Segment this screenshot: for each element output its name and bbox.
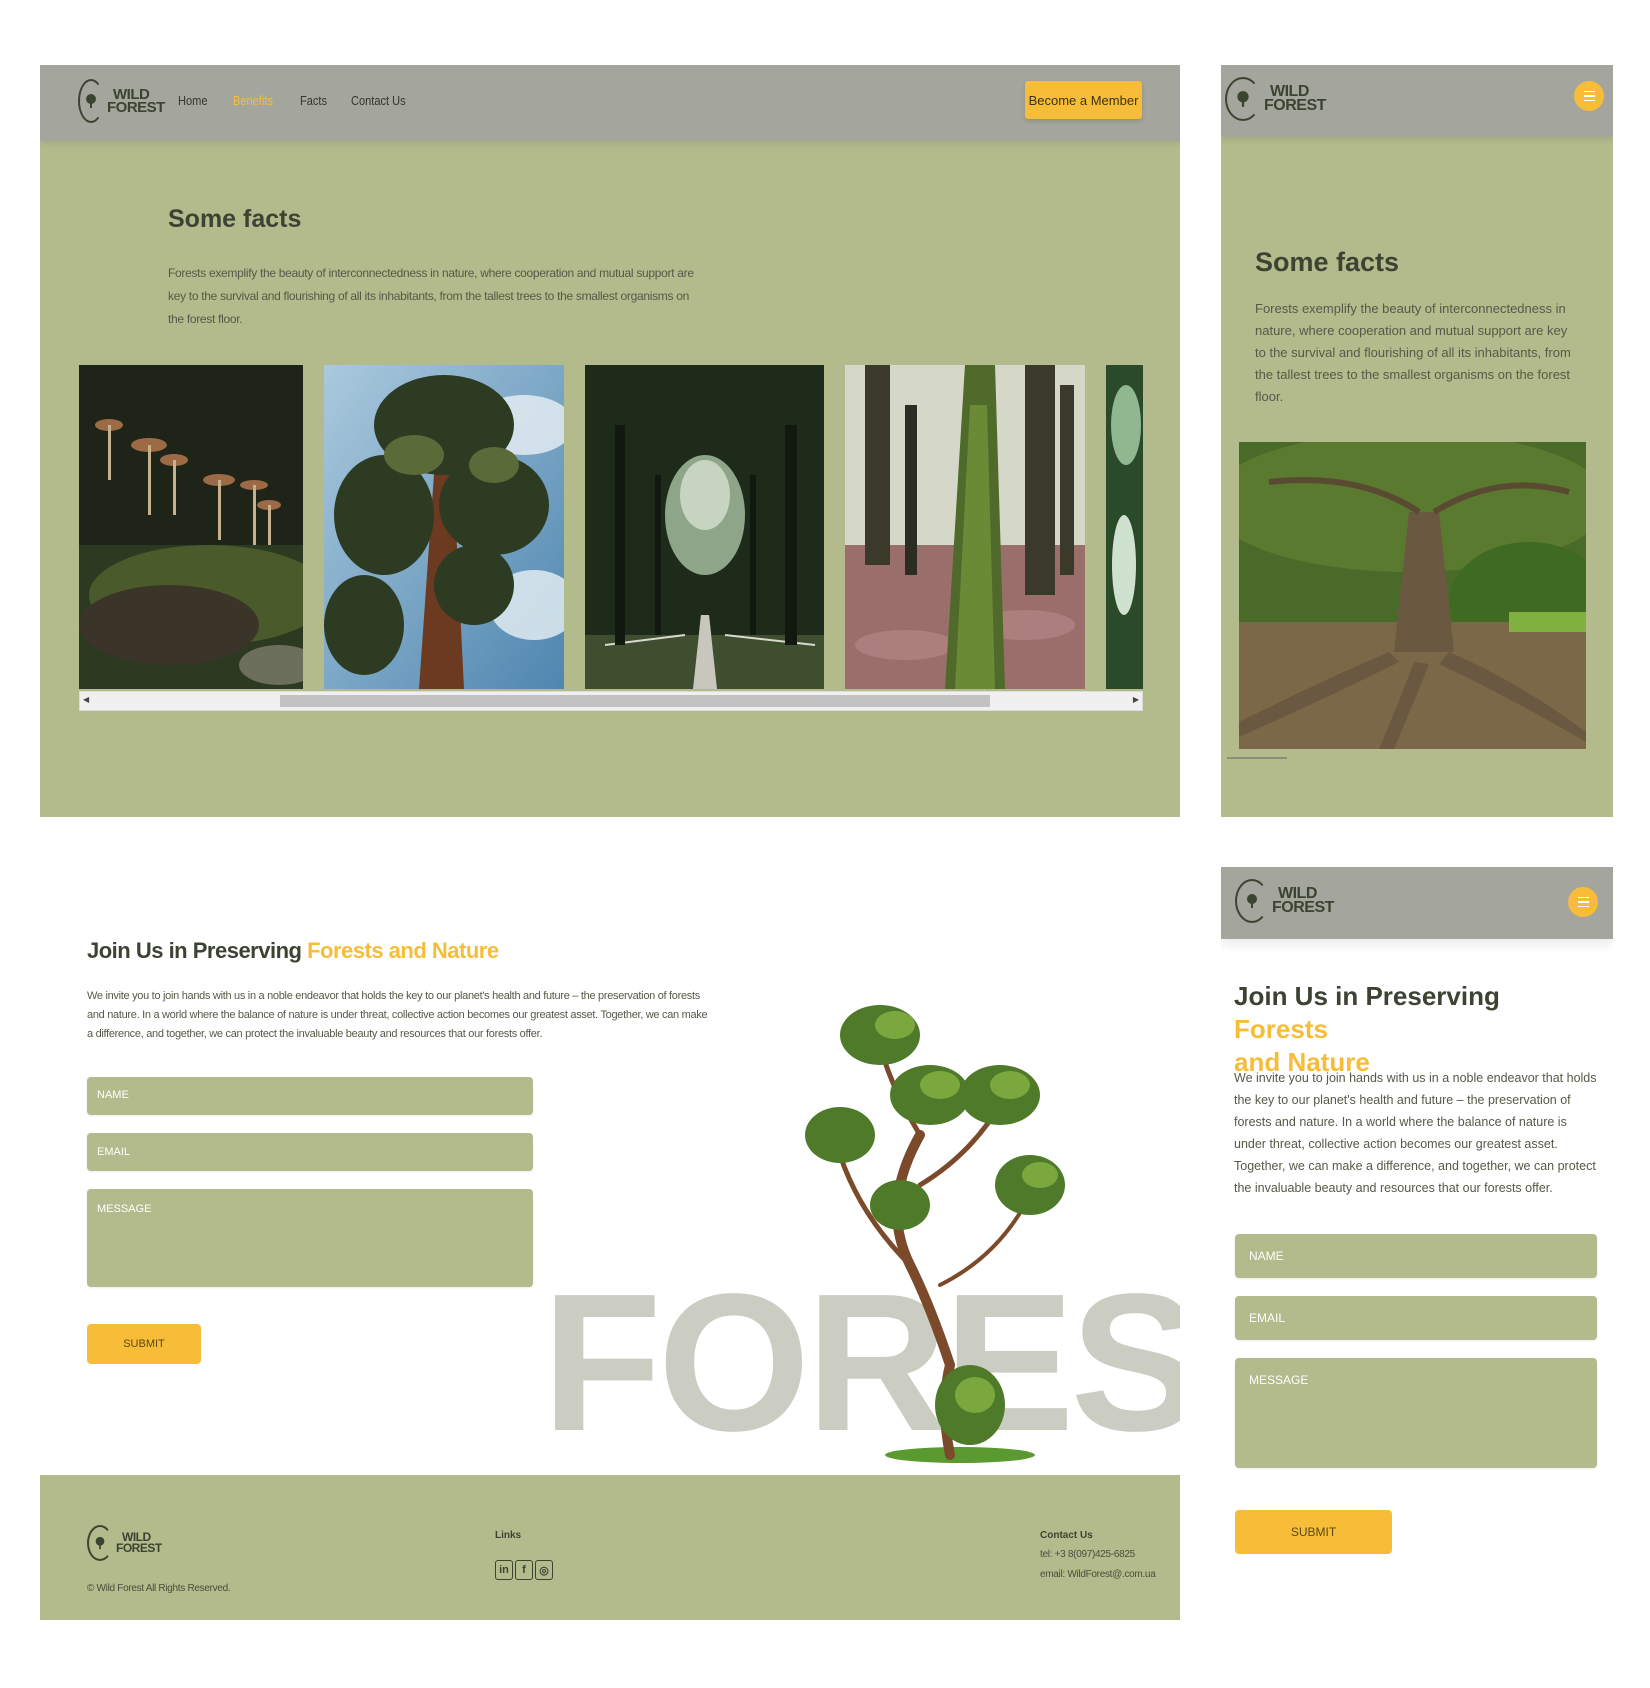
- big-tree-photo: [1239, 442, 1586, 749]
- carousel-scrollbar[interactable]: ◀ ▶: [79, 691, 1143, 711]
- partial-photo: [1106, 365, 1143, 689]
- main-nav: Home Benefits Facts Contact Us: [178, 93, 416, 108]
- mushrooms-photo: [79, 365, 303, 689]
- logo[interactable]: WILD FOREST: [1225, 77, 1326, 121]
- join-title-highlight-1: Forests: [1234, 1014, 1328, 1044]
- menu-icon[interactable]: [1568, 887, 1598, 917]
- contact-tel[interactable]: tel: +3 8(097)425-6825: [1040, 1549, 1135, 1560]
- scroll-thumb[interactable]: [280, 695, 990, 707]
- message-field[interactable]: MESSAGE: [1235, 1358, 1597, 1468]
- tree-logo-icon: [78, 79, 104, 123]
- social-links: in f ◎: [495, 1560, 555, 1580]
- mobile-join-panel: WILD FOREST Join Us in Preserving Forest…: [1221, 867, 1613, 1567]
- oak-alley-photo: [585, 365, 824, 689]
- instagram-icon[interactable]: ◎: [535, 1560, 553, 1580]
- facts-title: Some facts: [1255, 247, 1400, 277]
- logo[interactable]: WILD FOREST: [1235, 879, 1334, 923]
- desktop-header: WILD FOREST Home Benefits Facts Contact …: [40, 65, 1180, 141]
- nav-facts[interactable]: Facts: [300, 93, 327, 108]
- footer-logo[interactable]: WILD FOREST: [87, 1525, 162, 1561]
- join-text: We invite you to join hands with us in a…: [87, 990, 708, 1040]
- logo-text-line2: FOREST: [107, 99, 165, 116]
- logo-text-line2: FOREST: [116, 1541, 162, 1555]
- mobile-header: WILD FOREST: [1221, 65, 1613, 137]
- tree-logo-icon: [87, 1525, 113, 1561]
- facts-title: Some facts: [168, 205, 302, 233]
- logo-text-line2: FOREST: [1272, 899, 1334, 916]
- facts-text: Forests exemplify the beauty of intercon…: [168, 266, 694, 326]
- mossy-trees-photo: [845, 365, 1085, 689]
- mobile-facts-panel: WILD FOREST Some facts Forests exemplify…: [1221, 65, 1613, 817]
- name-placeholder: NAME: [1249, 1249, 1284, 1263]
- nav-home[interactable]: Home: [178, 93, 207, 108]
- join-title: Join Us in Preserving Forests and Nature: [87, 938, 499, 964]
- contact-title: Contact Us: [1040, 1530, 1093, 1541]
- tall-pine-photo: [324, 365, 564, 689]
- scroll-right-icon[interactable]: ▶: [1133, 695, 1139, 704]
- name-field[interactable]: NAME: [1235, 1234, 1597, 1278]
- join-title: Join Us in Preserving Forests and Nature: [1234, 980, 1594, 1079]
- message-field[interactable]: MESSAGE: [87, 1189, 533, 1287]
- become-member-button[interactable]: Become a Member: [1025, 81, 1142, 119]
- links-title: Links: [495, 1530, 522, 1541]
- email-placeholder: EMAIL: [1249, 1311, 1286, 1325]
- nav-contact[interactable]: Contact Us: [351, 93, 406, 108]
- join-title-highlight: Forests and Nature: [307, 938, 499, 963]
- mobile-header: WILD FOREST: [1221, 867, 1613, 939]
- facts-text: Forests exemplify the beauty of intercon…: [1255, 301, 1571, 404]
- join-text: We invite you to join hands with us in a…: [1234, 1071, 1597, 1195]
- linkedin-icon[interactable]: in: [495, 1560, 513, 1580]
- message-placeholder: MESSAGE: [97, 1203, 152, 1215]
- copyright: © Wild Forest All Rights Reserved.: [87, 1583, 231, 1594]
- join-title-plain: Join Us in Preserving: [87, 938, 302, 963]
- tree-logo-icon: [1225, 77, 1261, 121]
- tree-logo-icon: [1235, 879, 1269, 923]
- logo-text-line2: FOREST: [1264, 97, 1326, 114]
- footer: WILD FOREST © Wild Forest All Rights Res…: [40, 1475, 1180, 1620]
- submit-button[interactable]: SUBMIT: [87, 1324, 201, 1364]
- message-placeholder: MESSAGE: [1249, 1373, 1309, 1387]
- join-title-plain: Join Us in Preserving: [1234, 981, 1500, 1011]
- email-field[interactable]: EMAIL: [1235, 1296, 1597, 1340]
- logo[interactable]: WILD FOREST: [78, 79, 165, 123]
- contact-email[interactable]: email: WildForest@.com.ua: [1040, 1569, 1156, 1580]
- menu-icon[interactable]: [1574, 81, 1604, 111]
- submit-button[interactable]: SUBMIT: [1235, 1510, 1392, 1554]
- name-placeholder: NAME: [97, 1089, 129, 1101]
- carousel-indicator[interactable]: [1227, 757, 1287, 759]
- nav-benefits[interactable]: Benefits: [233, 93, 273, 108]
- scroll-left-icon[interactable]: ◀: [83, 695, 89, 704]
- tree-illustration: [800, 985, 1090, 1465]
- facebook-icon[interactable]: f: [515, 1560, 533, 1580]
- email-field[interactable]: EMAIL: [87, 1133, 533, 1171]
- desktop-facts-panel: WILD FOREST Home Benefits Facts Contact …: [40, 65, 1180, 817]
- email-placeholder: EMAIL: [97, 1146, 131, 1158]
- name-field[interactable]: NAME: [87, 1077, 533, 1115]
- desktop-join-panel: Join Us in Preserving Forests and Nature…: [40, 865, 1180, 1620]
